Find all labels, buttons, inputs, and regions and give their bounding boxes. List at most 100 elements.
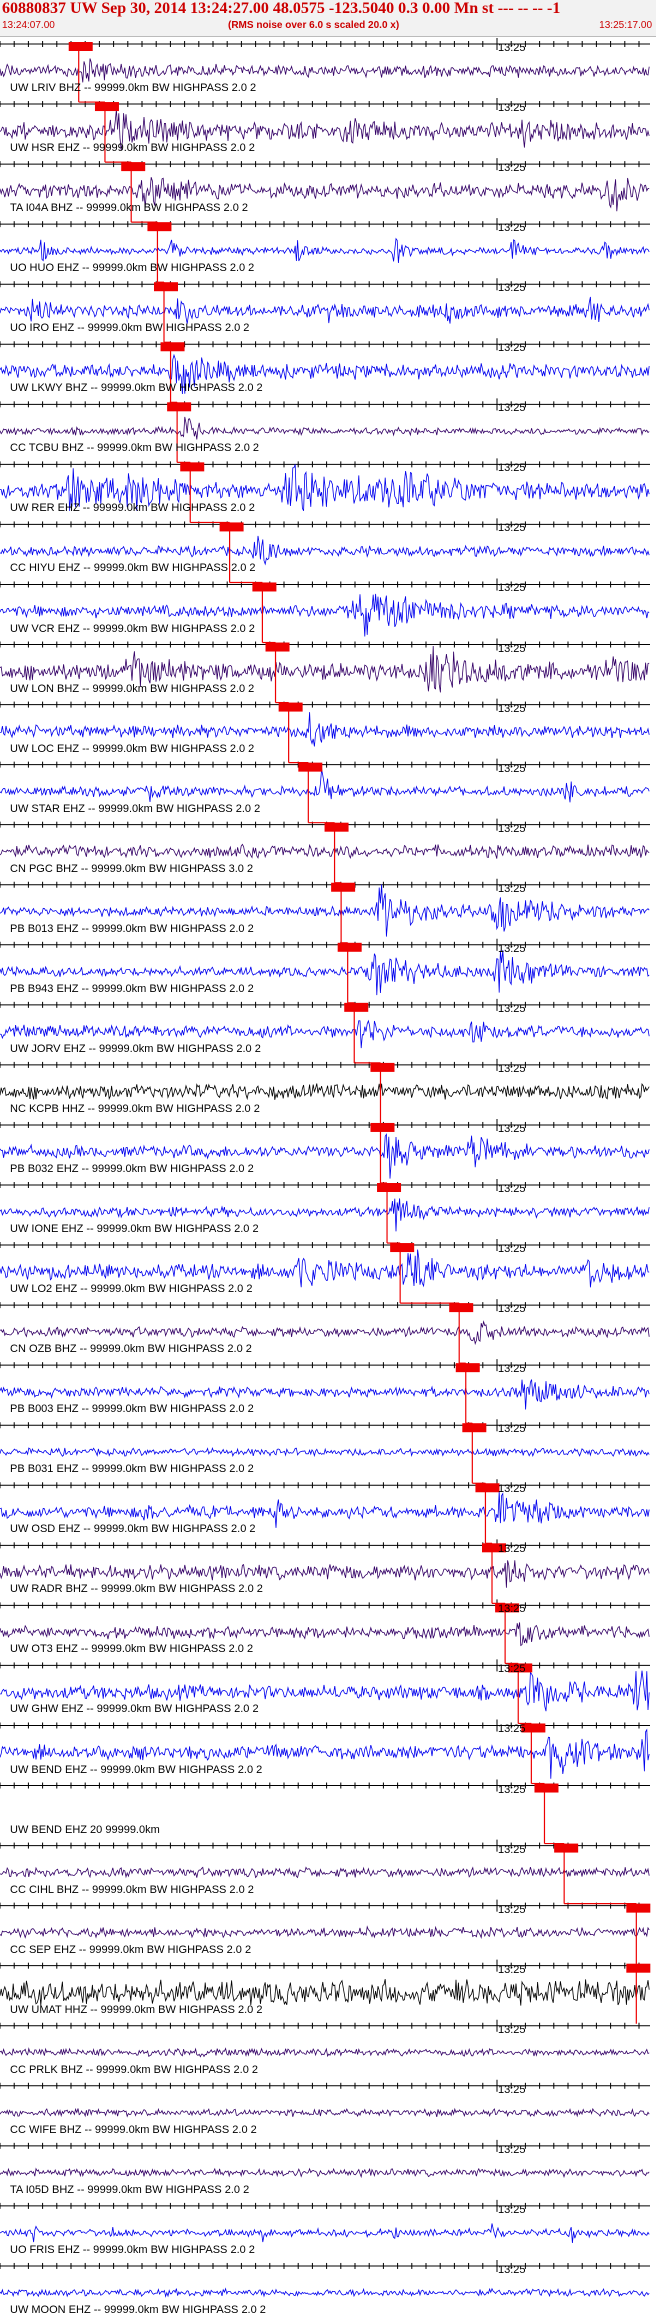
time-tick-label: 13:25	[498, 522, 526, 535]
phase-pick-marker	[390, 1243, 415, 1253]
channel-label: UW JORV EHZ -- 99999.0km BW HIGHPASS 2.0…	[10, 1042, 261, 1055]
channel-label: UW RER EHZ -- 99999.0km BW HIGHPASS 2.0 …	[10, 502, 255, 515]
seismic-waveform	[0, 712, 650, 747]
time-tick-label: 13:25	[498, 822, 526, 835]
event-title: 60880837 UW Sep 30, 2014 13:24:27.00 48.…	[2, 0, 561, 17]
phase-pick-marker	[324, 822, 349, 832]
trace-row	[0, 398, 650, 440]
seismic-waveform	[0, 2223, 650, 2244]
seismic-waveform	[0, 1320, 650, 1346]
channel-label: CC PRLK BHZ -- 99999.0km BW HIGHPASS 2.0…	[10, 2063, 258, 2076]
time-tick-label: 13:25	[498, 2083, 526, 2096]
channel-label: CN OZB BHZ -- 99999.0km BW HIGHPASS 2.0 …	[10, 1343, 252, 1356]
trace-row	[0, 1539, 650, 1588]
channel-label: UW STAR EHZ -- 99999.0km BW HIGHPASS 2.0…	[10, 802, 261, 815]
phase-pick-marker	[154, 282, 178, 292]
trace-row	[0, 1419, 650, 1458]
seismic-waveform	[0, 1622, 650, 1647]
time-tick-label: 13:25	[498, 1363, 526, 1376]
time-tick-label: 13:25	[498, 2023, 526, 2036]
time-tick-label: 13:25	[498, 1483, 526, 1496]
phase-pick-marker	[370, 1122, 395, 1132]
channel-label: UO IRO EHZ -- 99999.0km BW HIGHPASS 2.0 …	[10, 322, 250, 335]
time-tick-label: 13:25	[498, 1663, 526, 1676]
trace-row	[0, 2259, 650, 2298]
channel-label: TA I05D BHZ -- 99999.0km BW HIGHPASS 2.0…	[10, 2183, 250, 2196]
channel-label: PB B031 EHZ -- 99999.0km BW HIGHPASS 2.0…	[10, 1463, 254, 1476]
time-tick-label: 13:25	[498, 1843, 526, 1856]
time-tick-label: 13:25	[498, 282, 526, 295]
phase-pick-marker	[449, 1303, 474, 1313]
trace-row	[0, 758, 650, 803]
phase-pick-marker	[331, 882, 356, 892]
channel-label: UW OSD EHZ -- 99999.0km BW HIGHPASS 2.0 …	[10, 1523, 256, 1536]
phase-pick-marker	[337, 942, 362, 952]
channel-label: UW LKWY BHZ -- 99999.0km BW HIGHPASS 2.0…	[10, 382, 263, 395]
channel-label: UW BEND EHZ -- 99999.0km BW HIGHPASS 2.0…	[10, 1763, 263, 1776]
channel-label: UO HUO EHZ -- 99999.0km BW HIGHPASS 2.0 …	[10, 262, 255, 275]
time-tick-label: 13:25	[498, 402, 526, 415]
trace-row	[0, 218, 650, 264]
time-tick-label: 13:25	[498, 582, 526, 595]
phase-pick-marker	[534, 1783, 559, 1793]
time-tick-label: 13:25	[498, 462, 526, 475]
trace-row	[0, 1599, 650, 1647]
seismic-waveform	[0, 1925, 650, 1939]
channel-label: UO FRIS EHZ -- 99999.0km BW HIGHPASS 2.0…	[10, 2243, 255, 2256]
channel-label: UW LON BHZ -- 99999.0km BW HIGHPASS 2.0 …	[10, 682, 255, 695]
trace-row	[0, 1299, 650, 1346]
time-tick-label: 13:25	[498, 1903, 526, 1916]
channel-label: CC SEP EHZ -- 99999.0km BW HIGHPASS 2.0 …	[10, 1943, 252, 1956]
seismic-waveform	[0, 296, 650, 324]
channel-label: PB B943 EHZ -- 99999.0km BW HIGHPASS 2.0…	[10, 982, 254, 995]
phase-pick-marker	[554, 1843, 579, 1853]
time-tick-label: 13:25	[498, 1303, 526, 1316]
seismic-waveform	[0, 2047, 650, 2058]
seismic-waveform	[0, 843, 650, 859]
time-tick-label: 13:25	[498, 222, 526, 235]
phase-pick-marker	[278, 702, 303, 712]
phase-pick-marker	[265, 642, 290, 652]
channel-label: UW LRIV BHZ -- 99999.0km BW HIGHPASS 2.0…	[10, 82, 257, 95]
phase-pick-marker	[160, 342, 185, 352]
trace-row	[0, 38, 650, 83]
seismic-waveform	[0, 1979, 650, 2006]
trace-row	[0, 1359, 650, 1410]
phase-pick-marker	[298, 762, 323, 772]
seismic-waveform	[0, 769, 650, 803]
time-tick-label: 13:25	[498, 2203, 526, 2216]
channel-label: CC TCBU BHZ -- 99999.0km BW HIGHPASS 2.0…	[10, 442, 259, 455]
phase-pick-marker	[147, 222, 172, 232]
time-tick-label: 13:25	[498, 702, 526, 715]
phase-pick-marker	[626, 1963, 651, 1973]
phase-pick-marker	[475, 1483, 500, 1493]
channel-label: UW HSR EHZ -- 99999.0km BW HIGHPASS 2.0 …	[10, 142, 255, 155]
trace-row	[0, 1058, 650, 1101]
seismic-waveform	[0, 58, 650, 83]
trace-row	[0, 998, 650, 1049]
channel-label: TA I04A BHZ -- 99999.0km BW HIGHPASS 2.0…	[10, 202, 249, 215]
phase-pick-marker	[344, 1002, 369, 1012]
trace-row	[0, 1899, 650, 1939]
trace-canvas	[0, 38, 651, 2298]
channel-label: PB B032 EHZ -- 99999.0km BW HIGHPASS 2.0…	[10, 1163, 254, 1175]
seismic-waveform	[0, 1491, 650, 1528]
time-tick-label: 13:25	[498, 942, 526, 955]
channel-label: UW BEND EHZ 20 99999.0km	[10, 1823, 160, 1836]
seismic-waveform	[0, 535, 650, 566]
time-tick-label: 13:25	[498, 1062, 526, 1075]
time-tick-label: 13:25	[498, 102, 526, 115]
seismic-waveform	[0, 416, 650, 440]
channel-label: UW UMAT HHZ -- 99999.0km BW HIGHPASS 2.0…	[10, 2003, 263, 2016]
seismic-waveform	[0, 1083, 650, 1101]
start-time: 13:24:07.00	[2, 20, 55, 31]
channel-label: UW RADR BHZ -- 99999.0km BW HIGHPASS 2.0…	[10, 1583, 263, 1596]
phase-pick-marker	[252, 582, 277, 592]
seismic-waveform	[0, 2287, 650, 2298]
trace-row	[0, 2019, 650, 2058]
channel-label: CC CIHL BHZ -- 99999.0km BW HIGHPASS 2.0…	[10, 1883, 254, 1896]
trace-row	[0, 1839, 650, 1879]
time-tick-label: 13:25	[498, 882, 526, 895]
rms-subtitle: (RMS noise over 6.0 s scaled 20.0 x)	[228, 20, 400, 31]
time-tick-label: 13:25	[498, 642, 526, 655]
